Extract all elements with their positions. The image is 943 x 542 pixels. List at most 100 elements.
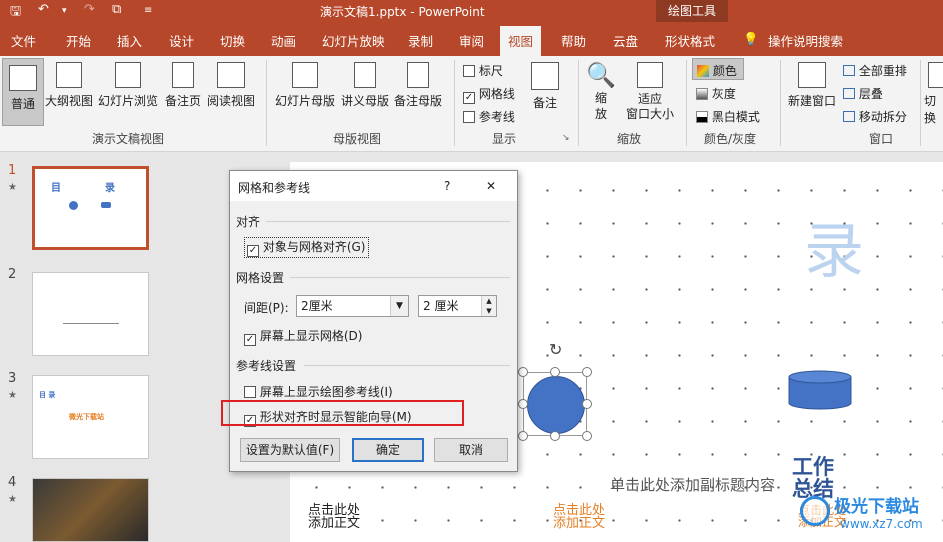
ok-button[interactable]: 确定 <box>352 438 424 462</box>
undo-dropdown-icon[interactable]: ▾ <box>62 6 67 16</box>
checkbox[interactable] <box>244 386 256 398</box>
resize-handle[interactable] <box>550 367 560 377</box>
fit-to-window-button[interactable]: 适应 窗口大小 <box>622 62 678 122</box>
tab-help[interactable]: 帮助 <box>561 31 586 50</box>
notes-button[interactable]: 备注 <box>527 62 563 111</box>
outline-view-button[interactable]: 大纲视图 <box>44 62 94 109</box>
arrange-all-button[interactable]: 全部重排 <box>843 62 907 79</box>
undo-icon[interactable]: ↶ <box>38 2 49 17</box>
resize-handle[interactable] <box>582 399 592 409</box>
redo-icon[interactable]: ↷ <box>84 2 95 17</box>
help-button[interactable]: ? <box>444 179 450 193</box>
tab-slideshow[interactable]: 幻灯片放映 <box>322 31 385 50</box>
tab-view[interactable]: 视图 <box>500 26 542 56</box>
checkbox-checked[interactable]: ✓ <box>244 334 256 346</box>
set-default-button[interactable]: 设置为默认值(F) <box>240 438 340 462</box>
tab-animations[interactable]: 动画 <box>271 31 296 50</box>
cancel-button[interactable]: 取消 <box>434 438 508 462</box>
slide-title-char[interactable]: 录 <box>804 220 864 284</box>
body-placeholder[interactable]: 添加正文 <box>308 517 360 530</box>
move-split-button[interactable]: 移动拆分 <box>843 108 907 125</box>
resize-handle[interactable] <box>518 399 528 409</box>
checkbox-checked[interactable]: ✓ <box>247 245 259 257</box>
slide-sorter-button[interactable]: 幻灯片浏览 <box>96 62 160 109</box>
tab-design[interactable]: 设计 <box>169 31 194 50</box>
gridlines-checkbox[interactable]: ✓ 网格线 <box>463 85 515 104</box>
checkbox-checked[interactable]: ✓ <box>463 92 475 104</box>
tab-record[interactable]: 录制 <box>408 31 433 50</box>
slide-thumbnail-1[interactable]: 目 录 <box>32 166 149 250</box>
slide-thumbnail-3[interactable]: 目 录 微光下载站 <box>32 375 149 459</box>
body-placeholder[interactable]: 添加正文 <box>553 517 605 530</box>
black-white-button[interactable]: 黑白模式 <box>696 108 760 125</box>
notes-master-button[interactable]: 备注母版 <box>392 62 444 109</box>
circle-shape[interactable] <box>527 376 585 434</box>
dialog-launcher-icon[interactable]: ↘ <box>562 133 570 143</box>
grid-guides-dialog: 网格和参考线 ? ✕ 对齐 ✓ 对象与网格对齐(G) 网格设置 间距(P): 2… <box>229 170 518 472</box>
ruler-checkbox[interactable]: 标尺 <box>463 62 503 79</box>
resize-handle[interactable] <box>518 367 528 377</box>
show-grid-option[interactable]: ✓ 屏幕上显示网格(D) <box>244 327 362 346</box>
animation-star-icon: ★ <box>8 494 17 505</box>
ribbon-separator <box>920 60 921 146</box>
new-window-button[interactable]: 新建窗口 <box>786 62 838 109</box>
spin-down-icon[interactable]: ▼ <box>481 306 496 316</box>
save-icon[interactable]: 🖫 <box>10 2 21 24</box>
switch-window-button[interactable]: 切换 <box>924 62 943 126</box>
slide-thumbnail-4[interactable] <box>32 478 149 542</box>
normal-view-button[interactable]: 普通 <box>2 58 44 126</box>
reading-view-button[interactable]: 阅读视图 <box>204 62 258 109</box>
cascade-icon <box>843 88 855 99</box>
slide-thumbnail-2[interactable] <box>32 272 149 356</box>
rotate-handle-icon[interactable]: ↻ <box>549 340 562 359</box>
tab-insert[interactable]: 插入 <box>117 31 142 50</box>
present-from-start-icon[interactable]: ⧉ <box>112 2 121 17</box>
spacing-value-input[interactable]: 2 厘米 ▲ ▼ <box>418 295 497 317</box>
tab-transitions[interactable]: 切换 <box>220 31 245 50</box>
close-button[interactable]: ✕ <box>486 179 496 193</box>
arrange-all-icon <box>843 65 855 76</box>
tab-shape-format[interactable]: 形状格式 <box>665 31 715 50</box>
spacing-select[interactable]: 2厘米 ▼ <box>296 295 409 317</box>
cylinder-shape <box>101 202 111 208</box>
dialog-title-bar[interactable]: 网格和参考线 ? ✕ <box>230 171 517 201</box>
resize-handle[interactable] <box>582 431 592 441</box>
checkbox[interactable] <box>463 111 475 123</box>
switch-window-icon <box>928 62 943 88</box>
tab-file[interactable]: 文件 <box>11 31 36 50</box>
cascade-button[interactable]: 层叠 <box>843 85 883 102</box>
tab-cloud[interactable]: 云盘 <box>613 31 638 50</box>
outline-view-icon <box>56 62 82 88</box>
color-button[interactable]: 颜色 <box>692 58 744 80</box>
title-bar: 🖫 ↶ ▾ ↷ ⧉ ≡ 演示文稿1.pptx - PowerPoint 绘图工具 <box>0 0 943 22</box>
work-summary-title[interactable]: 工作 <box>792 456 834 478</box>
tab-home[interactable]: 开始 <box>66 31 91 50</box>
guides-checkbox[interactable]: 参考线 <box>463 108 515 125</box>
subtitle-placeholder[interactable]: 单击此处添加副标题内容 <box>610 474 775 495</box>
selected-shape-frame[interactable] <box>523 372 587 436</box>
animation-star-icon: ★ <box>8 182 17 193</box>
group-label-master-views: 母版视图 <box>333 132 382 146</box>
zoom-button[interactable]: 🔍 缩 放 <box>586 60 616 122</box>
grayscale-button[interactable]: 灰度 <box>696 85 736 102</box>
notes-page-button[interactable]: 备注页 <box>162 62 204 109</box>
handout-master-button[interactable]: 讲义母版 <box>338 62 392 109</box>
circle-shape <box>69 201 78 210</box>
dialog-title: 网格和参考线 <box>238 181 311 195</box>
group-label-show: 显示 <box>492 132 517 146</box>
tell-me-search[interactable]: 操作说明搜索 <box>768 31 843 50</box>
resize-handle[interactable] <box>582 367 592 377</box>
tab-review[interactable]: 审阅 <box>459 31 484 50</box>
chevron-down-icon[interactable]: ▼ <box>390 296 408 316</box>
cylinder-shape[interactable] <box>788 370 852 410</box>
ribbon-separator <box>780 60 781 146</box>
resize-handle[interactable] <box>518 431 528 441</box>
checkbox[interactable] <box>463 65 475 77</box>
spin-up-icon[interactable]: ▲ <box>481 296 496 306</box>
snap-to-grid-option[interactable]: ✓ 对象与网格对齐(G) <box>244 237 369 258</box>
reading-view-icon <box>217 62 245 88</box>
resize-handle[interactable] <box>550 431 560 441</box>
show-guides-option[interactable]: 屏幕上显示绘图参考线(I) <box>244 383 393 400</box>
slide-master-button[interactable]: 幻灯片母版 <box>272 62 338 109</box>
customize-toolbar-icon[interactable]: ≡ <box>144 5 152 16</box>
